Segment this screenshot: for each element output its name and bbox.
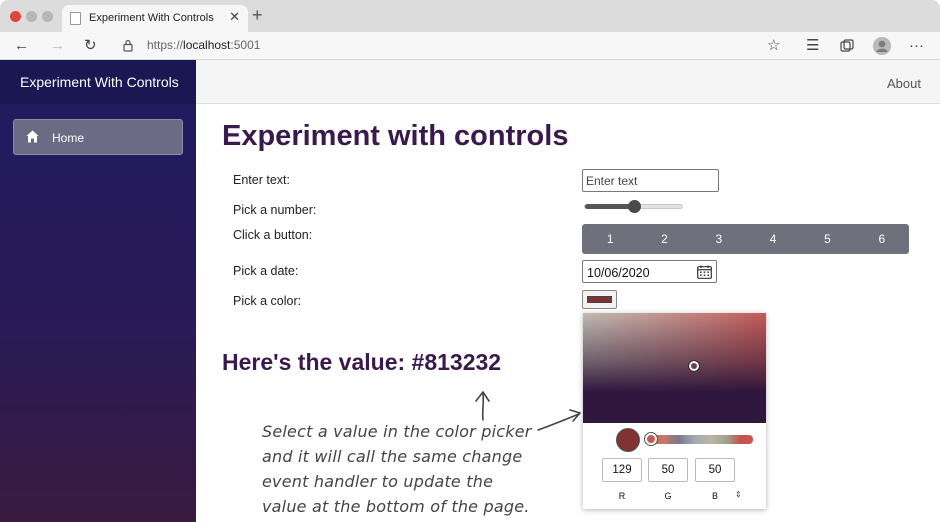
hue-slider[interactable] bbox=[647, 435, 753, 444]
sidebar: Experiment With Controls Home bbox=[0, 60, 196, 522]
number-button-1[interactable]: 1 bbox=[583, 224, 637, 254]
text-input[interactable] bbox=[582, 169, 719, 192]
url-host: localhost bbox=[183, 38, 231, 52]
profile-avatar-icon[interactable] bbox=[873, 37, 891, 55]
close-tab-icon[interactable]: ✕ bbox=[229, 9, 240, 25]
picker-cursor[interactable] bbox=[688, 360, 700, 372]
page-title: Experiment with controls bbox=[222, 120, 569, 152]
reload-icon[interactable]: ↻ bbox=[84, 37, 97, 54]
url-scheme: https:// bbox=[147, 38, 184, 52]
top-row: About bbox=[196, 60, 940, 104]
date-input[interactable]: 10/06/2020 bbox=[582, 260, 717, 283]
url-port: :5001 bbox=[230, 38, 261, 52]
number-button-4[interactable]: 4 bbox=[746, 224, 800, 254]
color-preview-dot bbox=[616, 428, 640, 452]
number-button-2[interactable]: 2 bbox=[637, 224, 691, 254]
annotation-line: event handler to update the bbox=[262, 472, 494, 491]
browser-tab-strip: Experiment With Controls ✕ + bbox=[0, 0, 940, 32]
calendar-icon[interactable] bbox=[697, 265, 712, 279]
arrow-right-to-picker bbox=[537, 413, 580, 431]
number-button-6[interactable]: 6 bbox=[855, 224, 909, 254]
date-value: 10/06/2020 bbox=[587, 266, 650, 280]
arrow-up-to-value bbox=[481, 393, 485, 421]
brand-title[interactable]: Experiment With Controls bbox=[0, 60, 196, 104]
color-picker-popup: 129 50 50 R G B ⇕ bbox=[583, 313, 766, 509]
about-link[interactable]: About bbox=[887, 76, 921, 91]
back-icon[interactable]: ← bbox=[14, 37, 29, 54]
hue-slider-thumb[interactable] bbox=[644, 432, 658, 446]
home-icon bbox=[26, 130, 39, 143]
red-value-field[interactable]: 129 bbox=[602, 458, 642, 482]
page-icon bbox=[70, 12, 81, 25]
browser-tab[interactable]: Experiment With Controls ✕ bbox=[62, 5, 248, 32]
blue-label: B bbox=[711, 491, 718, 501]
value-heading: Here's the value: #813232 bbox=[222, 349, 502, 375]
saturation-value-area[interactable] bbox=[583, 313, 766, 423]
lock-icon bbox=[123, 39, 133, 52]
blue-value-field[interactable]: 50 bbox=[695, 458, 735, 482]
slider-thumb[interactable] bbox=[627, 200, 641, 213]
number-button-group: 1 2 3 4 5 6 bbox=[582, 224, 909, 254]
more-options-icon[interactable]: ··· bbox=[909, 37, 924, 54]
minimize-window-button[interactable] bbox=[26, 11, 37, 22]
new-tab-button[interactable]: + bbox=[252, 5, 263, 26]
annotation-arrows bbox=[475, 391, 581, 431]
close-window-button[interactable] bbox=[10, 11, 21, 22]
color-mode-toggle-icon[interactable]: ⇕ bbox=[735, 490, 742, 499]
green-label: G bbox=[664, 491, 672, 501]
slider-fill bbox=[585, 204, 634, 209]
annotation-line: value at the bottom of the page. bbox=[262, 497, 530, 516]
color-chip bbox=[587, 296, 612, 303]
number-button-3[interactable]: 3 bbox=[692, 224, 746, 254]
sidebar-item-label: Home bbox=[52, 131, 85, 145]
tab-title: Experiment With Controls bbox=[89, 12, 214, 24]
pick-number-label: Pick a number: bbox=[233, 203, 317, 217]
browser-toolbar: ← → ↻ https://localhost:5001 ☆ ☰ ··· bbox=[0, 32, 940, 60]
pick-color-label: Pick a color: bbox=[233, 294, 302, 308]
collections-icon[interactable] bbox=[840, 39, 854, 53]
number-button-5[interactable]: 5 bbox=[800, 224, 854, 254]
zoom-window-button[interactable] bbox=[42, 11, 53, 22]
number-slider[interactable] bbox=[584, 200, 683, 213]
enter-text-label: Enter text: bbox=[233, 173, 290, 187]
address-bar[interactable]: https://localhost:5001 bbox=[147, 38, 260, 52]
favorite-star-icon[interactable]: ☆ bbox=[767, 37, 780, 54]
green-value-field[interactable]: 50 bbox=[648, 458, 688, 482]
forward-icon[interactable]: → bbox=[50, 37, 65, 54]
favorites-list-icon[interactable]: ☰ bbox=[806, 37, 819, 54]
pick-date-label: Pick a date: bbox=[233, 264, 299, 278]
color-input[interactable] bbox=[582, 290, 617, 309]
sidebar-item-home[interactable]: Home bbox=[13, 119, 183, 155]
annotation-line: and it will call the same change bbox=[262, 447, 523, 466]
red-label: R bbox=[618, 491, 626, 501]
click-button-label: Click a button: bbox=[233, 228, 313, 242]
